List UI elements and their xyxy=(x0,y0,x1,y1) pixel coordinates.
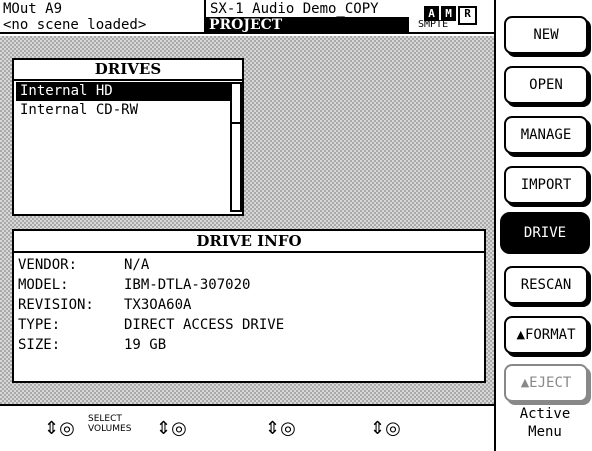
format-label: FORMAT xyxy=(524,327,576,343)
drive-item-internal-hd[interactable]: Internal HD xyxy=(16,82,232,101)
format-button[interactable]: ▲FORMAT xyxy=(504,316,588,354)
info-label: REVISION: xyxy=(18,297,94,313)
active-menu-line2: Menu xyxy=(528,424,562,440)
output-label: MOut A9 xyxy=(3,1,63,17)
new-button[interactable]: NEW xyxy=(504,16,588,54)
drives-scrollbar[interactable] xyxy=(230,82,242,212)
header-project: SX-1 Audio Demo_COPY PROJECT AMR SMPTE xyxy=(204,0,494,34)
section-title: PROJECT xyxy=(206,17,409,34)
header-left: MOut A9 <no scene loaded> xyxy=(0,0,204,34)
project-title: SX-1 Audio Demo_COPY xyxy=(210,1,379,17)
info-row-model: MODEL: IBM-DTLA-307020 xyxy=(18,275,250,295)
volumes-line: VOLUMES xyxy=(88,424,132,434)
shift-arrow-icon: ▲ xyxy=(516,328,525,341)
scrollbar-thumb[interactable] xyxy=(232,84,240,124)
info-label: TYPE: xyxy=(18,317,61,333)
drive-button[interactable]: DRIVE xyxy=(500,212,590,254)
info-value: DIRECT ACCESS DRIVE xyxy=(124,317,285,333)
import-button[interactable]: IMPORT xyxy=(504,166,588,204)
knob-icon: ⇕◎ xyxy=(265,418,296,439)
info-label: MODEL: xyxy=(18,277,69,293)
knob-4[interactable]: ⇕◎ xyxy=(370,418,401,439)
knob-strip: ⇕◎ SELECT VOLUMES ⇕◎ ⇕◎ ⇕◎ xyxy=(0,404,494,451)
active-menu-label: Active Menu xyxy=(500,405,590,449)
select-line: SELECT xyxy=(88,414,122,424)
knob-1[interactable]: ⇕◎ SELECT VOLUMES xyxy=(44,414,131,439)
drive-info-title: DRIVE INFO xyxy=(14,231,484,253)
drive-info-panel: DRIVE INFO VENDOR: N/A MODEL: IBM-DTLA-307… xyxy=(12,229,486,383)
info-label: SIZE: xyxy=(18,337,61,353)
info-row-vendor: VENDOR: N/A xyxy=(18,255,149,275)
select-volumes-label: SELECT VOLUMES xyxy=(88,414,138,434)
knob-icon: ⇕◎ xyxy=(44,418,75,439)
drives-title: DRIVES xyxy=(14,60,242,81)
shift-arrow-icon: ▲ xyxy=(520,376,530,389)
info-value: TX3OA60A xyxy=(124,297,192,313)
eject-button[interactable]: ▲EJECT xyxy=(504,364,588,402)
header-bar: MOut A9 <no scene loaded> SX-1 Audio Dem… xyxy=(0,0,494,34)
eject-label: EJECT xyxy=(529,375,572,391)
function-menu: NEW OPEN MANAGE IMPORT DRIVE RESCAN ▲FOR… xyxy=(494,0,592,451)
timecode-mode: SMPTE xyxy=(418,19,449,30)
scene-label: <no scene loaded> xyxy=(3,17,147,33)
info-row-size: SIZE: 19 GB xyxy=(18,335,166,355)
active-menu-line1: Active xyxy=(519,406,571,422)
info-value: 19 GB xyxy=(124,337,167,353)
drive-item-internal-cdrw[interactable]: Internal CD-RW xyxy=(16,101,232,120)
info-label: VENDOR: xyxy=(18,257,78,273)
knob-icon: ⇕◎ xyxy=(156,418,187,439)
info-row-type: TYPE: DIRECT ACCESS DRIVE xyxy=(18,315,284,335)
drives-panel: DRIVES Internal HD Internal CD-RW xyxy=(12,58,244,216)
open-button[interactable]: OPEN xyxy=(504,66,588,104)
rescan-button[interactable]: RESCAN xyxy=(504,266,588,304)
knob-3[interactable]: ⇕◎ xyxy=(265,418,296,439)
manage-button[interactable]: MANAGE xyxy=(504,116,588,154)
knob-icon: ⇕◎ xyxy=(370,418,401,439)
info-value: N/A xyxy=(124,257,150,273)
info-row-revision: REVISION: TX3OA60A xyxy=(18,295,191,315)
info-value: IBM-DTLA-307020 xyxy=(124,277,251,293)
knob-2[interactable]: ⇕◎ xyxy=(156,418,187,439)
badge-r: R xyxy=(458,6,477,25)
